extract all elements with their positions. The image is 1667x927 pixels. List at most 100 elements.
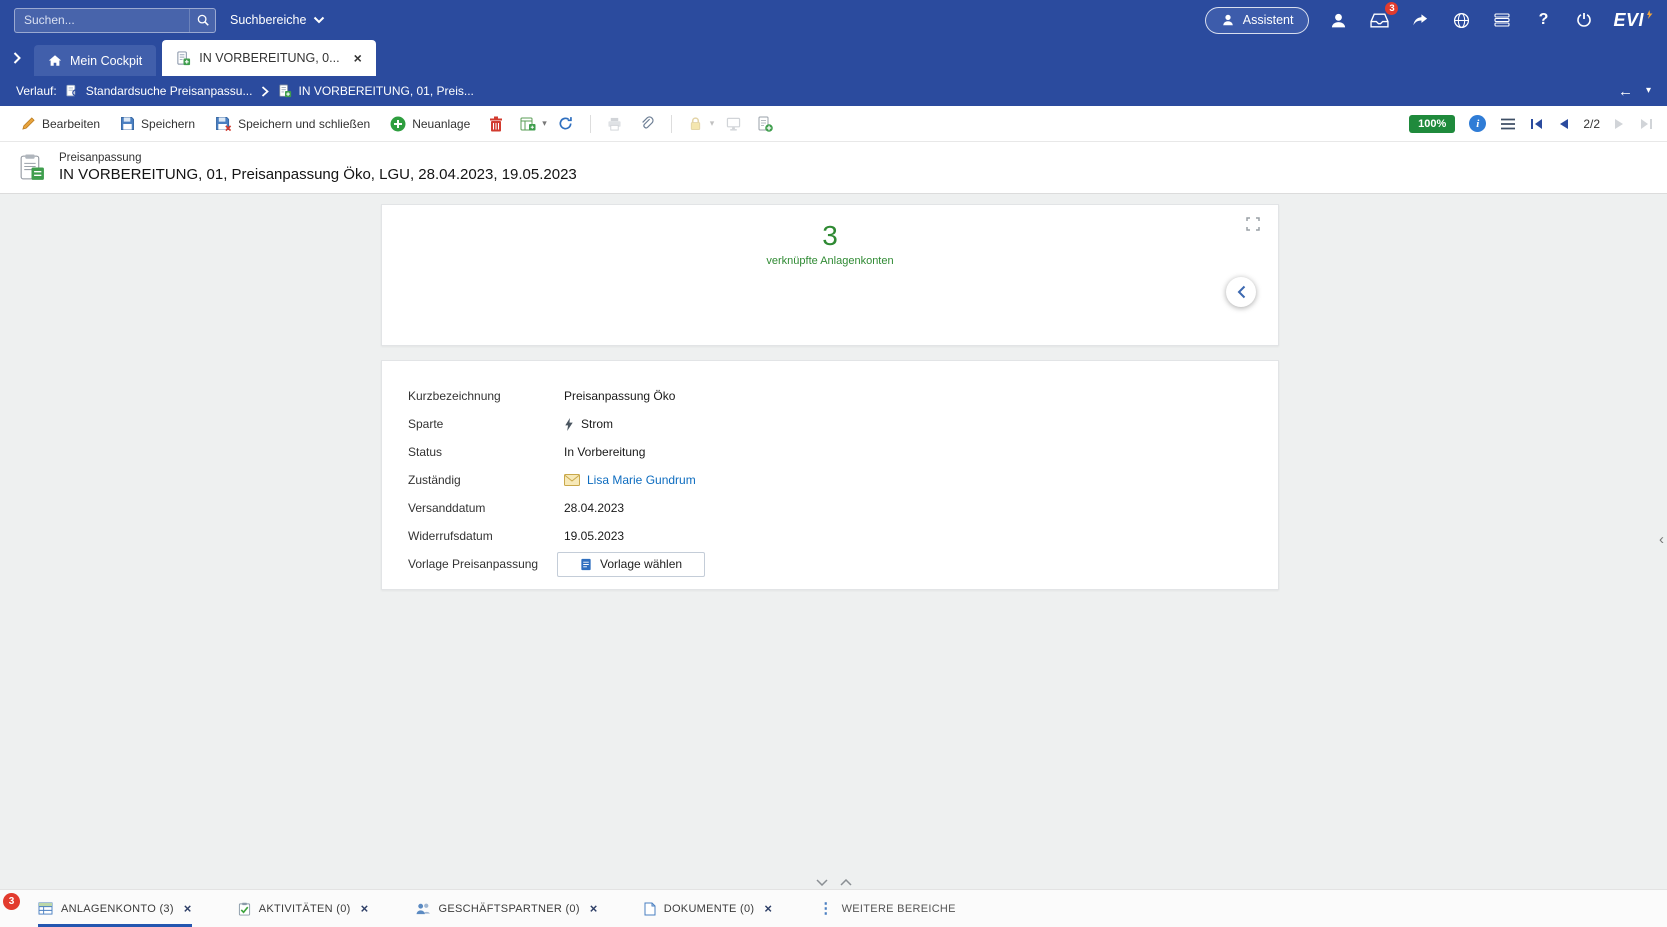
field-label: Status <box>408 445 564 459</box>
user-icon[interactable] <box>1326 8 1350 32</box>
bottom-tab-label: WEITERE BEREICHE <box>842 903 956 915</box>
choose-template-button[interactable]: Vorlage wählen <box>557 552 705 577</box>
breadcrumb-item-record[interactable]: IN VORBEREITUNG, 01, Preis... <box>278 84 473 98</box>
save-button[interactable]: Speichern <box>113 112 202 135</box>
lightning-icon <box>564 418 574 431</box>
field-label: Vorlage Preisanpassung <box>408 557 564 571</box>
edit-button[interactable]: Bearbeiten <box>14 112 107 135</box>
plus-circle-icon <box>390 116 406 132</box>
previous-page-icon[interactable] <box>1558 118 1569 130</box>
info-icon[interactable]: i <box>1469 115 1486 132</box>
bottom-tab-weitere-bereiche[interactable]: ⋮ WEITERE BEREICHE <box>818 890 956 927</box>
history-label: Verlauf: <box>16 84 57 98</box>
linked-accounts-count[interactable]: 3 <box>382 220 1278 252</box>
list-icon[interactable] <box>1490 8 1514 32</box>
field-value: Strom <box>564 417 613 431</box>
close-icon[interactable]: × <box>184 902 192 915</box>
refresh-icon[interactable] <box>553 111 579 137</box>
kpi-collapse-button[interactable] <box>1226 277 1256 307</box>
close-icon[interactable]: × <box>590 902 598 915</box>
responsible-person-link[interactable]: Lisa Marie Gundrum <box>587 473 696 487</box>
breadcrumb-item-search[interactable]: Standardsuche Preisanpassu... <box>66 84 253 98</box>
copy-dropdown-icon[interactable]: ▾ <box>542 118 547 129</box>
search-input[interactable] <box>15 13 189 27</box>
new-label: Neuanlage <box>412 117 470 131</box>
global-search[interactable] <box>14 8 216 33</box>
copy-record-icon[interactable] <box>515 111 541 137</box>
add-document-icon[interactable] <box>752 111 778 137</box>
menu-icon[interactable] <box>1500 118 1516 130</box>
field-value: In Vorbereitung <box>564 445 645 459</box>
kpi-card: 3 verknüpfte Anlagenkonten <box>381 204 1279 346</box>
bottom-tab-aktivitaeten[interactable]: AKTIVITÄTEN (0) × <box>238 890 369 927</box>
fullscreen-icon[interactable] <box>1246 217 1260 236</box>
form-row: Versanddatum 28.04.2023 <box>408 494 1278 522</box>
panel-resize-controls <box>816 879 852 886</box>
toolbar-separator <box>590 115 591 133</box>
business-partner-icon <box>415 902 431 915</box>
breadcrumb-label: IN VORBEREITUNG, 01, Preis... <box>298 84 473 98</box>
save-close-button[interactable]: Speichern und schließen <box>208 112 377 136</box>
choose-template-label: Vorlage wählen <box>600 557 682 571</box>
sidebar-expand-icon[interactable] <box>4 40 30 76</box>
bottom-tab-anlagenkonto[interactable]: ANLAGENKONTO (3) × <box>38 890 192 927</box>
history-dropdown-icon[interactable]: ▾ <box>1646 86 1651 96</box>
price-adjustment-icon <box>17 153 46 182</box>
notification-badge[interactable]: 3 <box>3 893 20 910</box>
field-label: Widerrufsdatum <box>408 529 564 543</box>
zoom-badge[interactable]: 100% <box>1409 115 1455 133</box>
template-document-icon <box>580 558 592 571</box>
close-icon[interactable]: × <box>354 51 362 65</box>
search-icon[interactable] <box>189 9 215 32</box>
history-back-icon[interactable]: ← <box>1618 84 1633 99</box>
bottom-tab-label: ANLAGENKONTO (3) <box>61 903 174 915</box>
close-icon[interactable]: × <box>361 902 369 915</box>
inbox-icon[interactable]: 3 <box>1367 8 1391 32</box>
expand-up-icon[interactable] <box>840 879 852 886</box>
bottom-tab-dokumente[interactable]: DOKUMENTE (0) × <box>644 890 773 927</box>
field-value: Preisanpassung Öko <box>564 389 675 403</box>
field-label: Zuständig <box>408 473 564 487</box>
toolbar-separator <box>671 115 672 133</box>
search-areas-dropdown[interactable]: Suchbereiche <box>230 13 325 27</box>
record-crumb-icon <box>278 84 292 98</box>
help-icon[interactable]: ? <box>1531 8 1555 32</box>
delete-icon[interactable] <box>483 111 509 137</box>
form-row: Kurzbezeichnung Preisanpassung Öko <box>408 382 1278 410</box>
close-icon[interactable]: × <box>764 902 772 915</box>
power-icon[interactable] <box>1572 8 1596 32</box>
detail-card: Kurzbezeichnung Preisanpassung Öko Spart… <box>381 360 1279 590</box>
home-icon <box>48 54 62 67</box>
save-close-icon <box>215 116 232 132</box>
form-row: Status In Vorbereitung <box>408 438 1278 466</box>
field-label: Versanddatum <box>408 501 564 515</box>
toolbar-right: 100% i 2/2 <box>1409 115 1653 133</box>
form-row: Widerrufsdatum 19.05.2023 <box>408 522 1278 550</box>
save-close-label: Speichern und schließen <box>238 117 370 131</box>
brand-text: EVI <box>1613 10 1644 31</box>
tab-mein-cockpit[interactable]: Mein Cockpit <box>34 45 156 76</box>
field-label: Sparte <box>408 417 564 431</box>
field-value-text: Strom <box>581 417 613 431</box>
main-toolbar: Bearbeiten Speichern Speichern und schli… <box>0 106 1667 142</box>
assistant-button[interactable]: Assistent <box>1205 7 1310 34</box>
inbox-badge: 3 <box>1384 1 1399 16</box>
tab-label: Mein Cockpit <box>70 54 142 68</box>
forward-arrow-icon[interactable] <box>1408 8 1432 32</box>
globe-icon[interactable] <box>1449 8 1473 32</box>
new-record-button[interactable]: Neuanlage <box>383 112 477 136</box>
page-indicator: 2/2 <box>1583 117 1600 131</box>
next-page-icon <box>1614 118 1625 130</box>
tab-active-record[interactable]: IN VORBEREITUNG, 0... × <box>162 40 376 76</box>
brand-logo: EVI <box>1613 10 1653 31</box>
record-tab-icon <box>176 51 191 66</box>
mail-icon[interactable] <box>564 474 580 486</box>
pencil-icon <box>21 116 36 131</box>
chevron-down-icon <box>313 16 325 24</box>
bottom-tab-geschaeftspartner[interactable]: GESCHÄFTSPARTNER (0) × <box>415 890 598 927</box>
attachment-icon[interactable] <box>634 111 660 137</box>
bottom-tab-label: DOKUMENTE (0) <box>664 903 755 915</box>
right-panel-collapse-icon[interactable]: ‹ <box>1659 532 1664 547</box>
collapse-down-icon[interactable] <box>816 879 828 886</box>
first-page-icon[interactable] <box>1530 118 1544 130</box>
